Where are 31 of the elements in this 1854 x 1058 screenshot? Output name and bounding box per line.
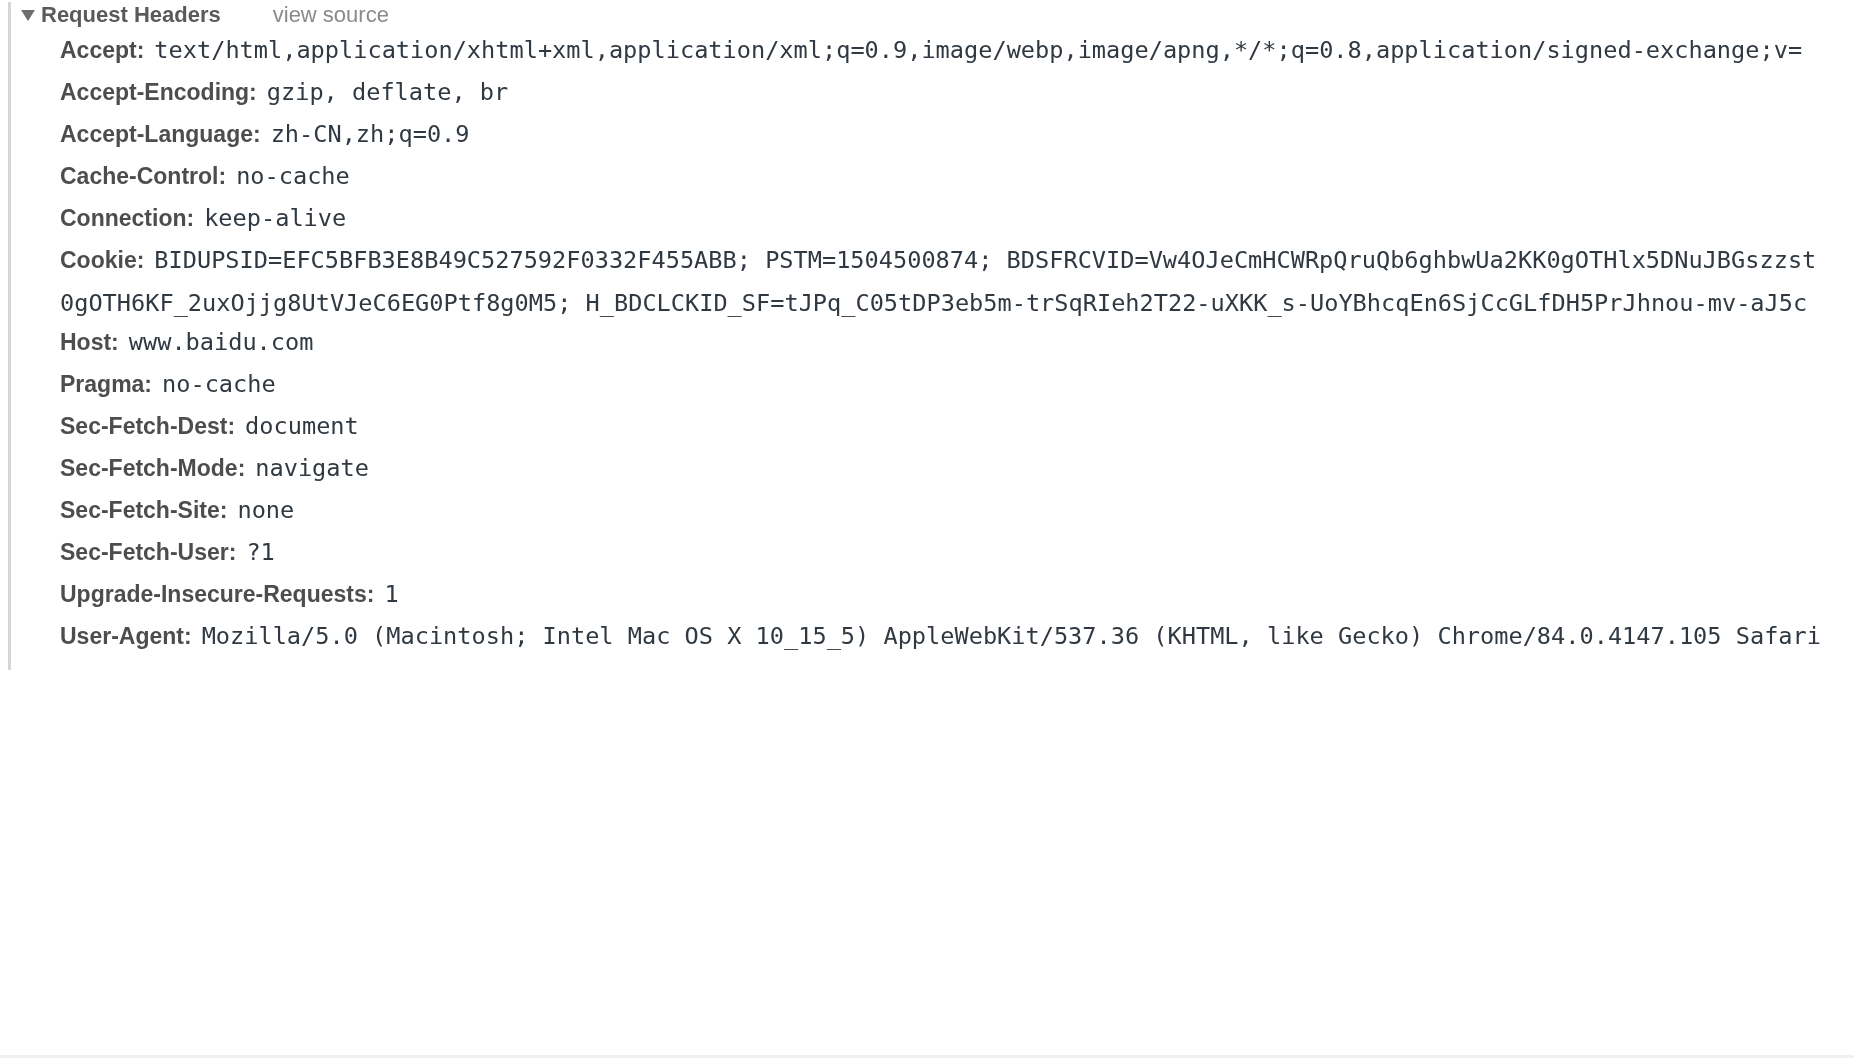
header-name: Connection: bbox=[60, 205, 195, 232]
header-name: Accept-Language: bbox=[60, 121, 261, 148]
header-value: zh-CN,zh;q=0.9 bbox=[270, 120, 470, 148]
header-name: Pragma: bbox=[60, 371, 153, 398]
header-name: Cache-Control: bbox=[60, 163, 227, 190]
header-name: Sec-Fetch-Site: bbox=[60, 497, 228, 524]
header-value: keep-alive bbox=[204, 204, 347, 232]
header-name: Sec-Fetch-Dest: bbox=[60, 413, 236, 440]
header-value: 0gOTH6KF_2uxOjjg8UtVJeC6EG0Ptf8g0M5; H_BDCLCKID_SF=tJPq_C05tDP3eb5m-trSqRIeh2T22-uXKK_s-UoYBhcqEn6SjCcGLfDH5PrJhnou-mv-aJ5c bbox=[60, 288, 1809, 319]
header-value: BIDUPSID=EFC5BFB3E8B49C527592F0332F455ABB; PSTM=1504500874; BDSFRCVID=Vw4OJeCmHCWRpQruQb6ghbwUa2KK0gOTHlx5DNuJBGszzst bbox=[154, 246, 1817, 274]
header-value: navigate bbox=[255, 454, 369, 482]
header-name: Accept-Encoding: bbox=[60, 79, 257, 106]
header-value: no-cache bbox=[236, 162, 350, 190]
header-value: no-cache bbox=[162, 370, 276, 398]
header-name: Cookie: bbox=[60, 247, 145, 274]
expand-triangle-icon[interactable] bbox=[21, 9, 35, 21]
header-name: Sec-Fetch-User: bbox=[60, 539, 237, 566]
header-name: Upgrade-Insecure-Requests: bbox=[60, 581, 375, 608]
section-title[interactable]: Request Headers bbox=[41, 2, 221, 28]
header-value: Mozilla/5.0 (Macintosh; Intel Mac OS X 10_15_5) AppleWebKit/537.36 (KHTML, like Gecko) Chrome/84.0.4147.105 Safari bbox=[201, 622, 1821, 650]
header-name: User-Agent: bbox=[60, 623, 192, 650]
header-value: www.baidu.com bbox=[128, 328, 314, 356]
header-name: Sec-Fetch-Mode: bbox=[60, 455, 246, 482]
header-value: text/html,application/xhtml+xml,application/xml;q=0.9,image/webp,image/apng,*/*;q=0.8,application/signed-exchange;v= bbox=[154, 36, 1803, 64]
header-name: Accept: bbox=[60, 37, 145, 64]
header-value: document bbox=[245, 412, 359, 440]
header-value: none bbox=[237, 496, 295, 524]
header-name: Host: bbox=[60, 329, 119, 356]
header-value: gzip, deflate, br bbox=[266, 78, 509, 106]
header-value: 1 bbox=[384, 580, 399, 608]
header-value: ?1 bbox=[246, 538, 275, 566]
